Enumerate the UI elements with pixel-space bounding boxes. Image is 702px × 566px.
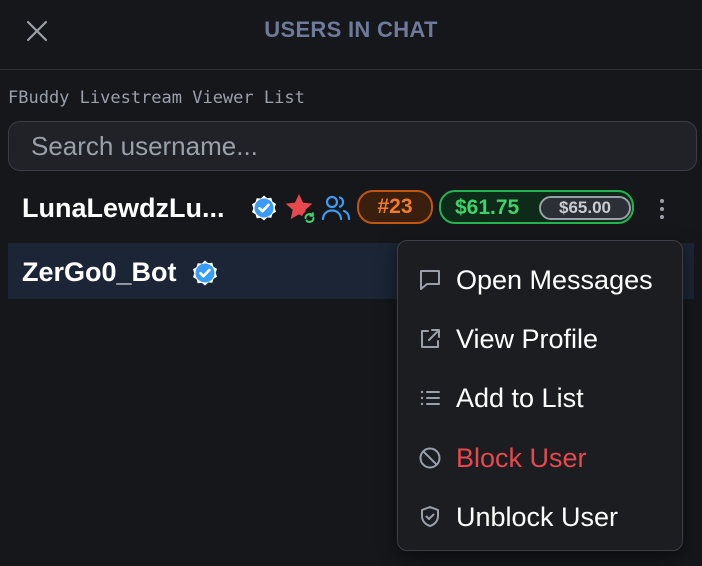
viewer-list-label: FBuddy Livestream Viewer List — [8, 88, 305, 108]
user-context-menu: Open Messages View Profile Add to List B… — [397, 240, 683, 551]
ban-icon — [419, 447, 441, 469]
spending-badge: $61.75 $65.00 — [439, 190, 634, 224]
more-options-icon[interactable] — [654, 196, 670, 222]
star-renew-icon — [285, 194, 317, 226]
external-link-icon — [421, 329, 440, 348]
users-icon — [321, 195, 351, 221]
message-square-icon — [420, 270, 440, 290]
shield-check-icon — [421, 506, 439, 527]
menu-item-add-to-list[interactable]: Add to List — [398, 369, 682, 425]
menu-item-label: Add to List — [456, 383, 584, 413]
menu-item-view-profile[interactable]: View Profile — [398, 310, 682, 366]
username[interactable]: ZerGo0_Bot — [22, 257, 177, 288]
verified-badge-icon — [193, 260, 217, 286]
menu-item-label: Block User — [456, 443, 587, 473]
spending-total: $65.00 — [539, 196, 631, 220]
panel-title: USERS IN CHAT — [264, 17, 438, 42]
menu-item-label: Unblock User — [456, 502, 619, 532]
spending-amount: $61.75 — [455, 196, 520, 219]
menu-item-open-messages[interactable]: Open Messages — [398, 251, 682, 307]
header: USERS IN CHAT — [0, 0, 702, 70]
menu-item-unblock-user[interactable]: Unblock User — [398, 488, 682, 544]
list-icon — [420, 390, 440, 406]
user-row[interactable]: LunaLewdzLu... #23 $61.75 $65.00 — [8, 181, 694, 237]
menu-item-label: Open Messages — [456, 265, 653, 295]
username[interactable]: LunaLewdzLu... — [22, 193, 225, 224]
verified-badge-icon — [252, 195, 276, 221]
menu-item-block-user[interactable]: Block User — [398, 429, 682, 485]
rank-badge: #23 — [357, 190, 433, 224]
menu-item-label: View Profile — [456, 324, 599, 354]
search-input[interactable] — [8, 121, 697, 171]
